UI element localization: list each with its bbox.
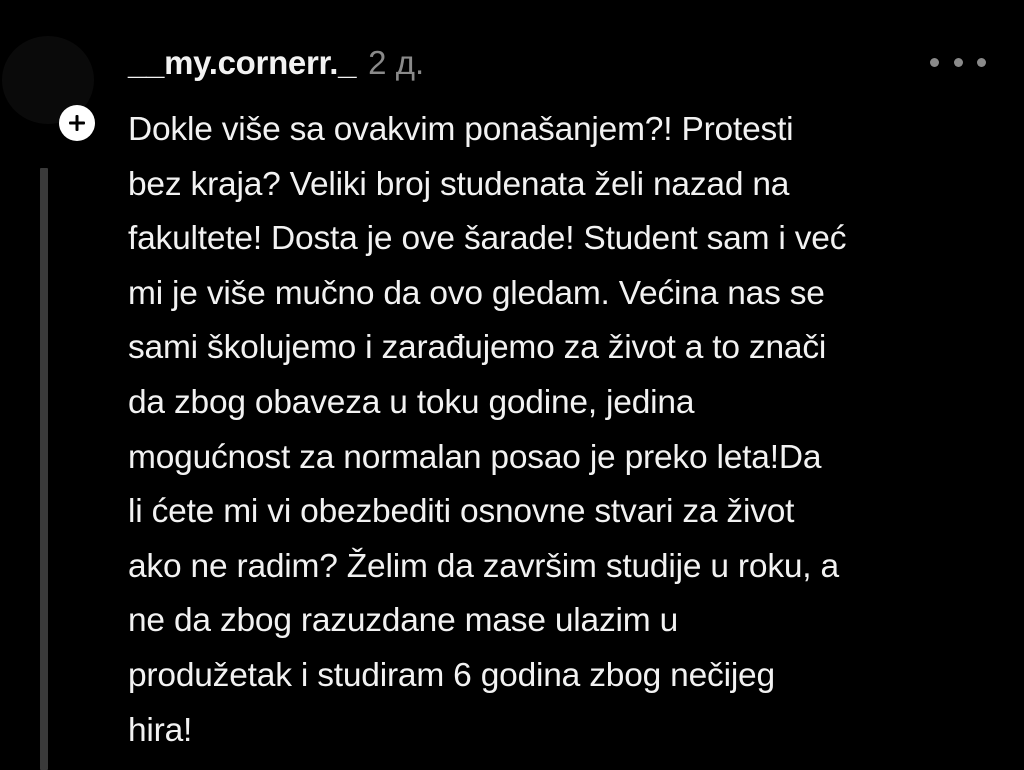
comment-body-line: da zbog obaveza u toku godine, jedina [128, 383, 695, 421]
more-icon-dot [930, 57, 939, 67]
comment-body-line: li ćete mi vi obezbediti osnovne stvari … [128, 493, 795, 531]
plus-icon [69, 115, 85, 131]
more-icon-dot [977, 57, 986, 67]
expand-replies-button[interactable] [59, 105, 95, 141]
more-options-button[interactable] [930, 52, 986, 72]
comment-body-line: Dokle više sa ovakvim ponašanjem?! Prote… [128, 111, 794, 148]
comment-body-line: fakultete! Dosta je ove šarade! Student … [128, 220, 847, 258]
comment-card: __my.cornerr._ 2 д. Dokle više sa ovakvi… [0, 0, 1024, 770]
username[interactable]: __my.cornerr._ [128, 44, 356, 82]
comment-body-line: produžetak i studiram 6 godina zbog neči… [128, 656, 775, 694]
comment-body: Dokle više sa ovakvim ponašanjem?! Prote… [128, 103, 998, 758]
comment-header: __my.cornerr._ 2 д. [128, 44, 424, 90]
comment-body-line: sami školujemo i zarađujemo za život a t… [128, 329, 827, 367]
timestamp: 2 д. [368, 44, 425, 81]
comment-body-line: ako ne radim? Želim da završim studije u… [128, 547, 839, 585]
comment-body-line: mi je više mučno da ovo gledam. Većina n… [128, 274, 825, 312]
more-icon-dot [953, 57, 963, 67]
comment-body-line: mogućnost za normalan posao je preko let… [128, 438, 822, 476]
thread-line[interactable] [40, 168, 48, 770]
comment-body-line: hira! [128, 711, 193, 749]
comment-body-line: bez kraja? Veliki broj studenata želi na… [128, 165, 790, 203]
comment-body-line: ne da zbog razuzdane mase ulazim u [128, 602, 679, 640]
